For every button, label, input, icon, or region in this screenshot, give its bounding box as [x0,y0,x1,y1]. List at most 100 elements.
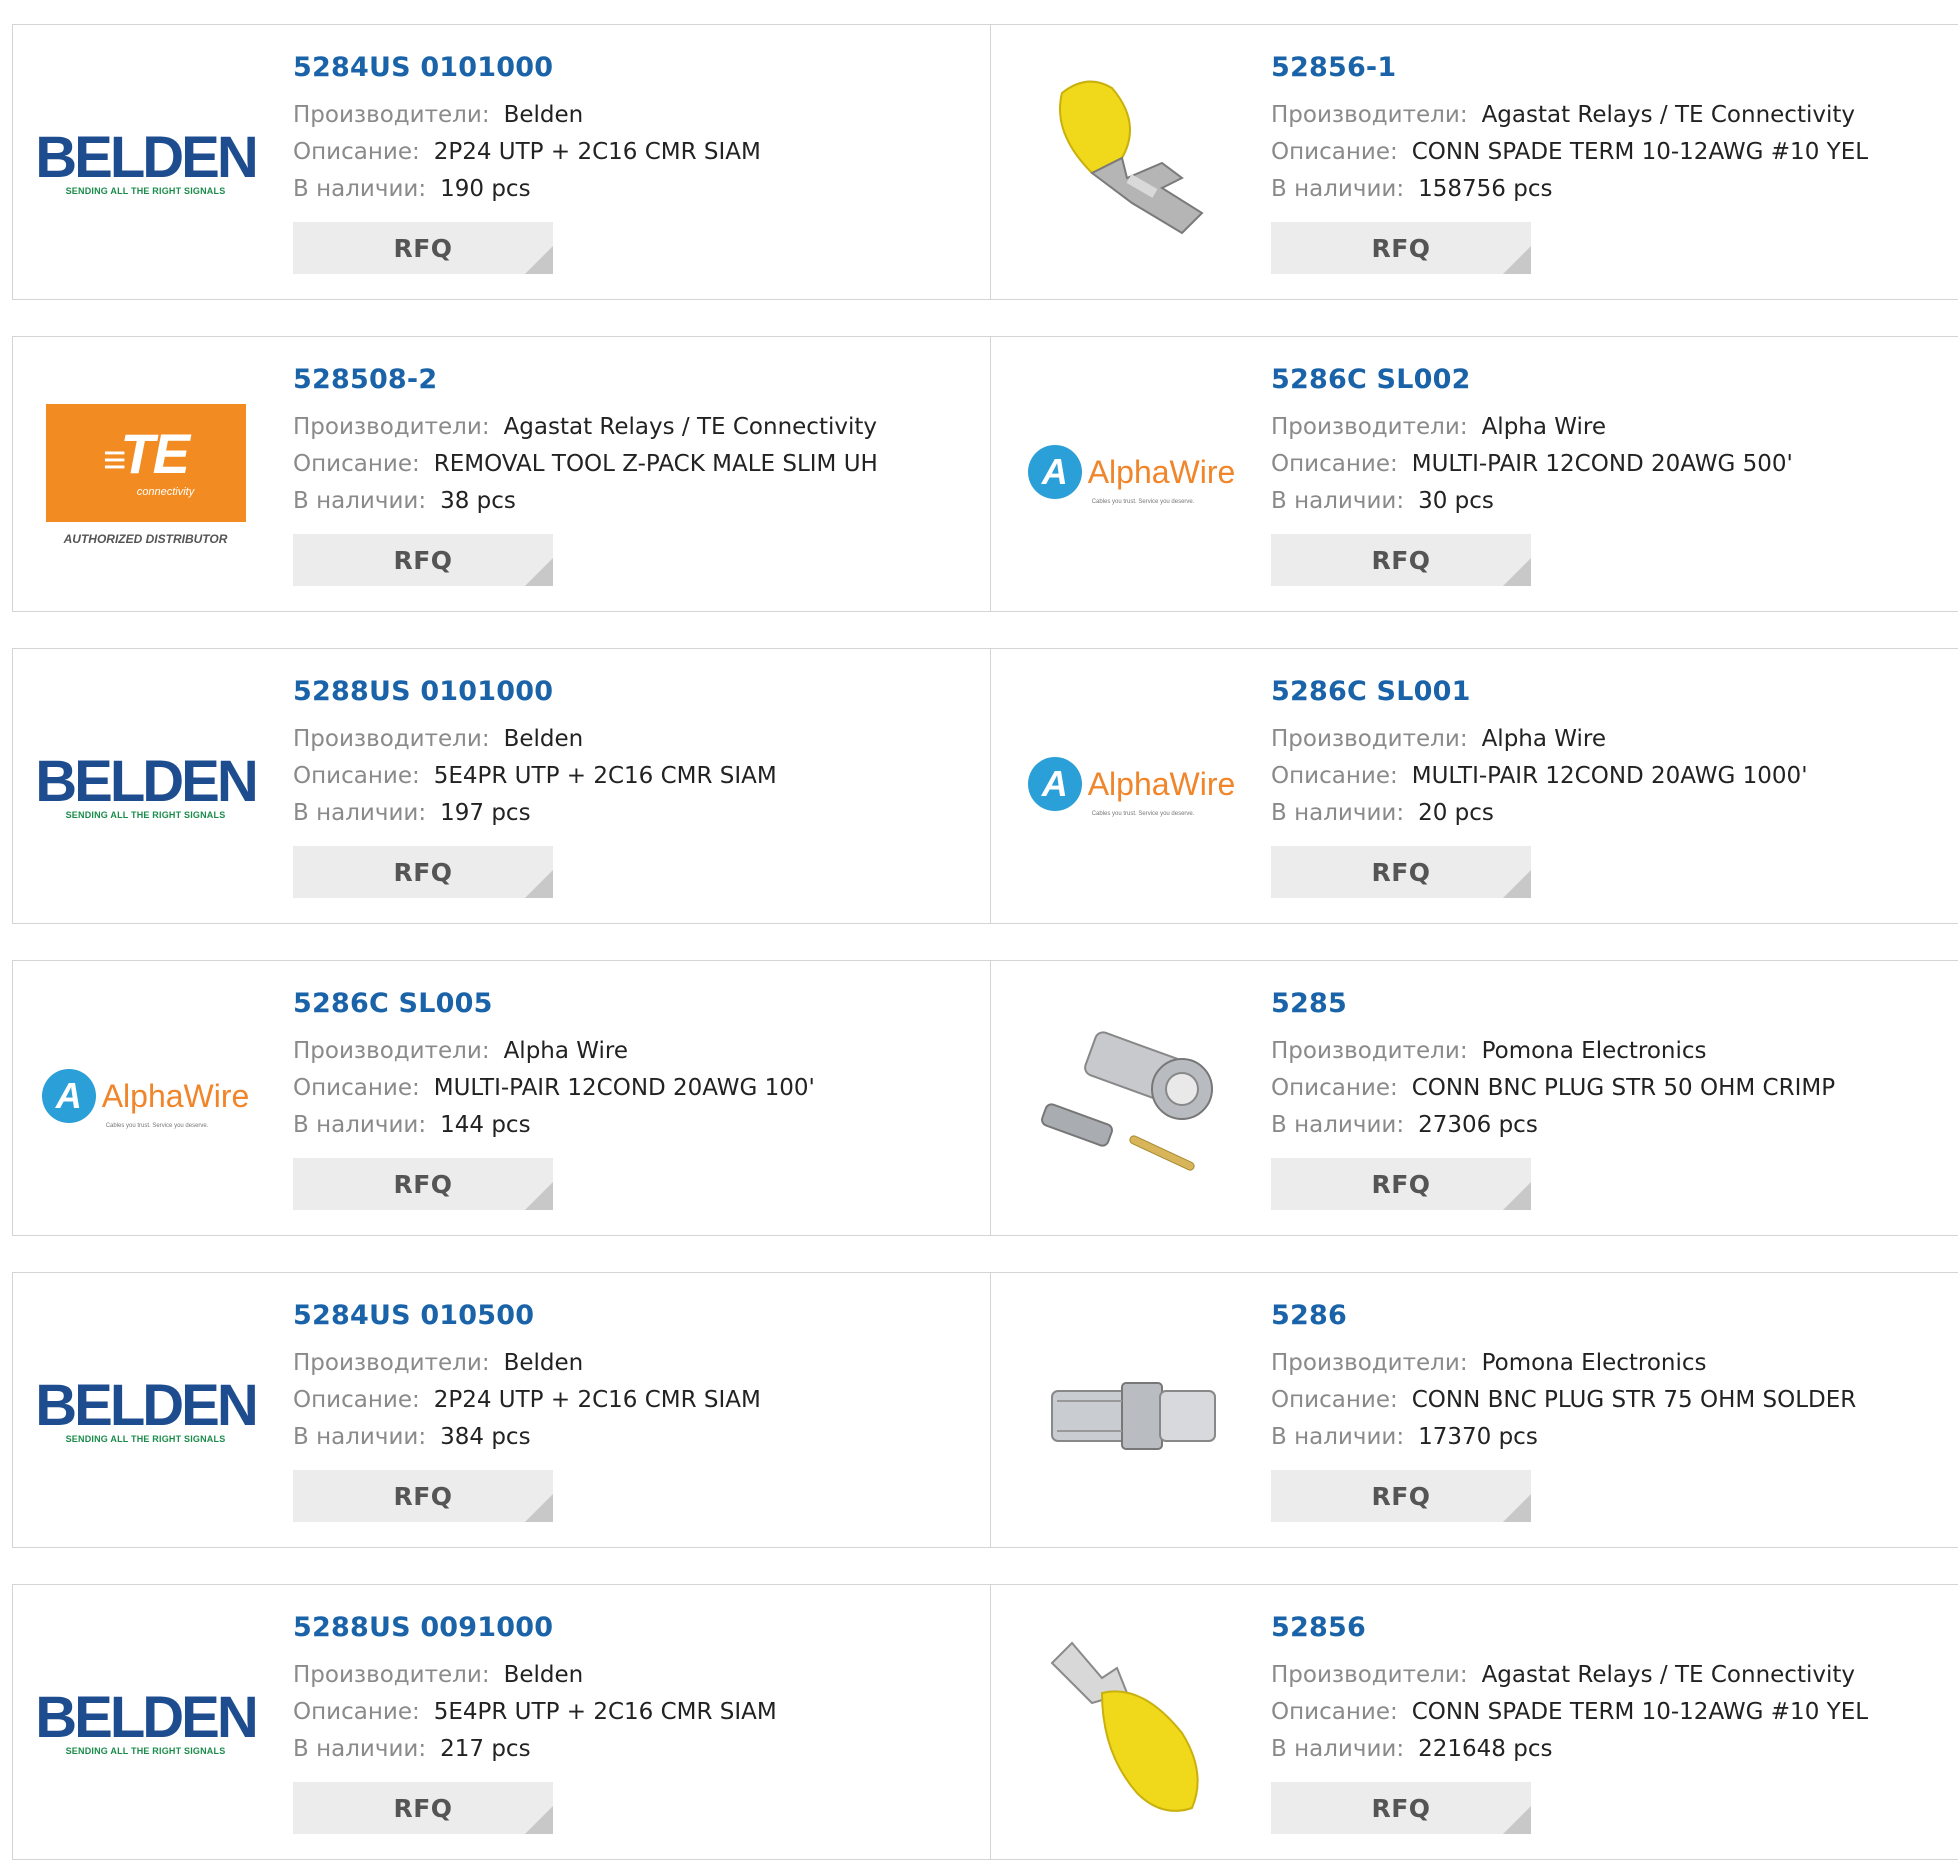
part-number-link[interactable]: 528508-2 [293,364,878,395]
rfq-button[interactable]: RFQ [293,1782,553,1834]
product-info: 528508-2 Производители: Agastat Relays / … [293,364,878,586]
rfq-button[interactable]: RFQ [293,222,553,274]
manufacturer-value: Alpha Wire [1481,726,1607,752]
product-image[interactable] [1029,1311,1234,1511]
manufacturer-label: Производители: [1271,726,1468,752]
corner-triangle-icon [525,246,553,274]
rfq-label: RFQ [1371,1169,1431,1199]
product-image[interactable] [1029,1623,1234,1823]
stock-value: 38 pcs [440,488,516,514]
belden-logo: BELDEN SENDING ALL THE RIGHT SIGNALS [35,1373,258,1445]
rfq-button[interactable]: RFQ [1271,222,1531,274]
stock-row: В наличии: 30 pcs [1271,483,1793,520]
product-card: 5285 Производители: Pomona Electronics Оп… [990,960,1958,1236]
product-image[interactable]: ≡TE connectivity AUTHORIZED DISTRIBUTOR [43,375,248,575]
part-number-link[interactable]: 5286 [1271,1300,1856,1331]
manufacturer-row: Производители: Pomona Electronics [1271,1033,1835,1070]
part-number-link[interactable]: 5288US 0101000 [293,676,777,707]
corner-triangle-icon [525,1494,553,1522]
part-number-link[interactable]: 5286C SL005 [293,988,815,1019]
product-card: A AlphaWire Cables you trust. Service yo… [12,960,991,1236]
part-number-link[interactable]: 52856 [1271,1612,1868,1643]
product-info: 5286C SL005 Производители: Alpha Wire Опи… [293,988,815,1210]
manufacturer-label: Производители: [293,1662,490,1688]
product-image[interactable]: BELDEN SENDING ALL THE RIGHT SIGNALS [35,63,258,263]
rfq-button[interactable]: RFQ [1271,534,1531,586]
stock-value: 158756 pcs [1418,176,1553,202]
corner-triangle-icon [525,1806,553,1834]
spade-terminal-image [1058,80,1204,235]
part-number-link[interactable]: 5284US 010500 [293,1300,761,1331]
rfq-button[interactable]: RFQ [293,846,553,898]
product-info: 5288US 0091000 Производители: Belden Опис… [293,1612,777,1834]
description-row: Описание: 5E4PR UTP + 2C16 CMR SIAM [293,758,777,795]
description-label: Описание: [293,1387,420,1413]
corner-triangle-icon [1503,246,1531,274]
rfq-label: RFQ [1371,1793,1431,1823]
description-row: Описание: 2P24 UTP + 2C16 CMR SIAM [293,134,761,171]
rfq-button[interactable]: RFQ [1271,1470,1531,1522]
stock-label: В наличии: [1271,1736,1405,1762]
stock-row: В наличии: 20 pcs [1271,795,1808,832]
rfq-button[interactable]: RFQ [1271,1782,1531,1834]
alphawire-logo: A AlphaWire Cables you trust. Service yo… [41,1069,249,1129]
rfq-button[interactable]: RFQ [1271,1158,1531,1210]
manufacturer-label: Производители: [293,414,490,440]
description-row: Описание: REMOVAL TOOL Z-PACK MALE SLIM U… [293,446,878,483]
stock-row: В наличии: 27306 pcs [1271,1107,1835,1144]
belden-logo: BELDEN SENDING ALL THE RIGHT SIGNALS [35,749,258,821]
rfq-button[interactable]: RFQ [293,534,553,586]
product-card: 5286 Производители: Pomona Electronics Оп… [990,1272,1958,1548]
manufacturer-value: Agastat Relays / TE Connectivity [503,414,877,440]
description-value: CONN SPADE TERM 10-12AWG #10 YEL [1411,139,1869,165]
stock-row: В наличии: 158756 pcs [1271,171,1868,208]
description-value: CONN SPADE TERM 10-12AWG #10 YEL [1411,1699,1869,1725]
stock-label: В наличии: [1271,1112,1405,1138]
description-row: Описание: MULTI-PAIR 12COND 20AWG 1000' [1271,758,1808,795]
product-image[interactable]: BELDEN SENDING ALL THE RIGHT SIGNALS [35,1623,258,1823]
manufacturer-row: Производители: Belden [293,1657,777,1694]
description-row: Описание: MULTI-PAIR 12COND 20AWG 100' [293,1070,815,1107]
part-number-link[interactable]: 5286C SL001 [1271,676,1808,707]
part-number-link[interactable]: 52856-1 [1271,52,1868,83]
product-image[interactable]: BELDEN SENDING ALL THE RIGHT SIGNALS [35,687,258,887]
manufacturer-label: Производители: [293,726,490,752]
rfq-button[interactable]: RFQ [293,1470,553,1522]
description-value: CONN BNC PLUG STR 50 OHM CRIMP [1411,1075,1836,1101]
part-number-link[interactable]: 5285 [1271,988,1835,1019]
description-row: Описание: MULTI-PAIR 12COND 20AWG 500' [1271,446,1793,483]
manufacturer-row: Производители: Alpha Wire [1271,721,1808,758]
description-row: Описание: CONN BNC PLUG STR 50 OHM CRIMP [1271,1070,1835,1107]
corner-triangle-icon [525,1182,553,1210]
manufacturer-label: Производители: [293,1038,490,1064]
rfq-button[interactable]: RFQ [1271,846,1531,898]
part-number-link[interactable]: 5284US 0101000 [293,52,761,83]
part-number-link[interactable]: 5286C SL002 [1271,364,1793,395]
stock-row: В наличии: 190 pcs [293,171,761,208]
product-image[interactable]: A AlphaWire Cables you trust. Service yo… [41,999,249,1199]
product-image[interactable]: BELDEN SENDING ALL THE RIGHT SIGNALS [35,1311,258,1511]
description-label: Описание: [1271,763,1398,789]
product-image[interactable] [1029,999,1234,1199]
rfq-button[interactable]: RFQ [293,1158,553,1210]
product-card: BELDEN SENDING ALL THE RIGHT SIGNALS 528… [12,24,991,300]
manufacturer-value: Agastat Relays / TE Connectivity [1481,1662,1855,1688]
product-image[interactable]: A AlphaWire Cables you trust. Service yo… [1027,375,1235,575]
product-image[interactable]: A AlphaWire Cables you trust. Service yo… [1027,687,1235,887]
description-label: Описание: [293,451,420,477]
part-number-link[interactable]: 5288US 0091000 [293,1612,777,1643]
stock-row: В наличии: 38 pcs [293,483,878,520]
product-card: A AlphaWire Cables you trust. Service yo… [990,648,1958,924]
stock-label: В наличии: [293,1736,427,1762]
description-value: CONN BNC PLUG STR 75 OHM SOLDER [1411,1387,1857,1413]
description-value: MULTI-PAIR 12COND 20AWG 100' [433,1075,815,1101]
description-row: Описание: 2P24 UTP + 2C16 CMR SIAM [293,1382,761,1419]
manufacturer-label: Производители: [1271,1350,1468,1376]
alphawire-logo: A AlphaWire Cables you trust. Service yo… [1027,757,1235,817]
product-image[interactable] [1029,63,1234,263]
manufacturer-row: Производители: Alpha Wire [293,1033,815,1070]
stock-value: 197 pcs [440,800,531,826]
description-value: MULTI-PAIR 12COND 20AWG 1000' [1411,763,1808,789]
manufacturer-value: Agastat Relays / TE Connectivity [1481,102,1855,128]
description-label: Описание: [293,1699,420,1725]
